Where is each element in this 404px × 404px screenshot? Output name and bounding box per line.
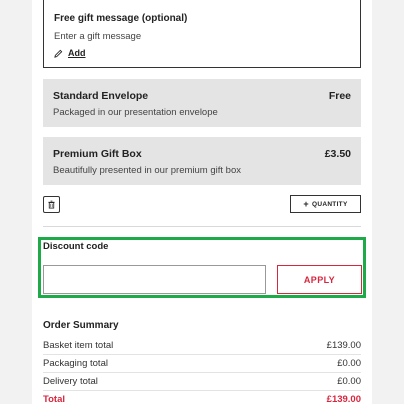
- packaging-option-description: Packaged in our presentation envelope: [53, 107, 218, 118]
- packaging-option-price: £3.50: [324, 148, 351, 160]
- summary-row-label: Packaging total: [43, 358, 108, 369]
- packaging-option-premium-gift-box[interactable]: Premium Gift Box Beautifully presented i…: [43, 137, 361, 185]
- quantity-label: QUANTITY: [311, 200, 348, 208]
- summary-total-label: Total: [43, 394, 65, 404]
- summary-row-value: £0.00: [337, 358, 361, 369]
- pencil-icon: [54, 49, 63, 58]
- remove-item-button[interactable]: [43, 196, 60, 213]
- summary-row-packaging: Packaging total £0.00: [43, 355, 361, 373]
- summary-row-label: Basket item total: [43, 340, 114, 351]
- add-gift-message-link[interactable]: Add: [54, 48, 86, 58]
- gift-message-title: Free gift message (optional): [54, 13, 188, 24]
- summary-row-total: Total £139.00: [43, 391, 361, 404]
- summary-total-value: £139.00: [326, 394, 361, 404]
- trash-icon: [48, 200, 55, 209]
- summary-row-value: £0.00: [337, 376, 361, 387]
- quantity-button[interactable]: + QUANTITY: [290, 195, 361, 213]
- packaging-option-price: Free: [328, 90, 351, 102]
- packaging-option-name: Premium Gift Box: [53, 148, 142, 160]
- summary-row-delivery: Delivery total £0.00: [43, 373, 361, 391]
- summary-row-label: Delivery total: [43, 376, 98, 387]
- discount-code-label: Discount code: [43, 241, 109, 252]
- discount-code-input[interactable]: [43, 265, 266, 294]
- packaging-option-standard-envelope[interactable]: Standard Envelope Packaged in our presen…: [43, 79, 361, 127]
- apply-discount-button[interactable]: APPLY: [277, 265, 362, 294]
- gift-message-placeholder: Enter a gift message: [54, 31, 142, 42]
- plus-icon: +: [303, 198, 309, 209]
- packaging-option-name: Standard Envelope: [53, 90, 149, 102]
- section-divider: [43, 226, 361, 227]
- order-summary-title: Order Summary: [43, 320, 119, 331]
- gift-message-box: Free gift message (optional) Enter a gif…: [43, 0, 361, 68]
- add-gift-message-label: Add: [68, 48, 86, 58]
- summary-row-value: £139.00: [326, 340, 361, 351]
- summary-row-basket: Basket item total £139.00: [43, 337, 361, 355]
- packaging-option-description: Beautifully presented in our premium gif…: [53, 165, 241, 176]
